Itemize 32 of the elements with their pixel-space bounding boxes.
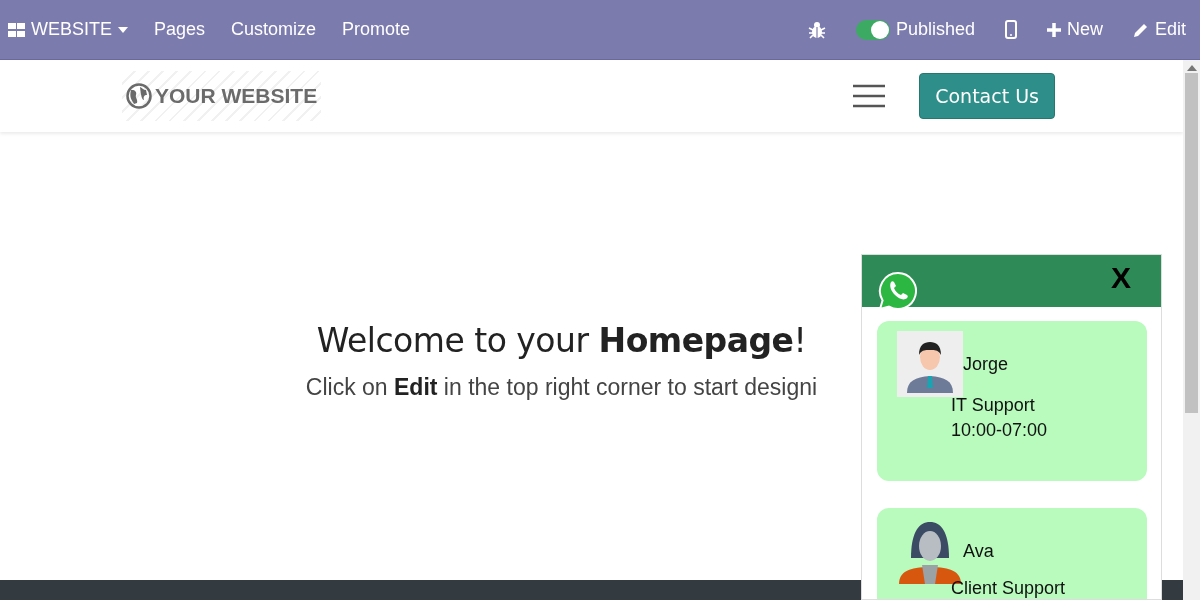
plus-icon (1046, 22, 1061, 37)
edit-button[interactable]: Edit (1132, 19, 1186, 40)
contact-us-button[interactable]: Contact Us (919, 73, 1055, 119)
menu-link[interactable]: Customize (231, 19, 317, 40)
man-avatar-icon (897, 331, 963, 397)
mobile-icon[interactable] (1004, 20, 1017, 39)
menu-link[interactable]: Pages (154, 19, 206, 40)
grid-icon (8, 22, 25, 37)
scroll-up-icon[interactable] (1186, 65, 1197, 71)
agent-name: Ava (963, 540, 995, 562)
caret-icon (118, 26, 128, 33)
bug-icon[interactable] (807, 20, 826, 39)
agent-card[interactable]: Jorge IT Support 10:00-07:00 (877, 321, 1147, 481)
published-toggle[interactable]: Published (855, 19, 975, 40)
agent-name: Jorge (963, 353, 1010, 375)
chat-bubble-phone-icon[interactable] (878, 271, 918, 311)
agent-hours: 10:00-07:00 (951, 420, 1049, 441)
agent-card[interactable]: Ava Client Support (877, 508, 1147, 599)
pencil-icon (1132, 21, 1149, 38)
menu-link[interactable]: Promote (342, 19, 411, 40)
new-button[interactable]: New (1046, 19, 1103, 40)
agent-role: IT Support (951, 395, 1036, 416)
scrollbar-thumb[interactable] (1185, 73, 1198, 413)
welcome-heading: Welcome to your Homepage! (316, 321, 807, 360)
logo-text: YOUR WEBSITE (155, 84, 318, 108)
menu-icon[interactable] (853, 84, 886, 108)
agent-role: Client Support (951, 578, 1067, 599)
hero-subtitle: Click on Edit in the top right corner to start designi (305, 374, 818, 401)
close-button[interactable]: X (1111, 261, 1131, 295)
website-menu[interactable]: WEBSITE (8, 19, 128, 40)
site-logo[interactable]: YOUR WEBSITE (122, 71, 322, 121)
scrollbar[interactable] (1183, 60, 1200, 600)
